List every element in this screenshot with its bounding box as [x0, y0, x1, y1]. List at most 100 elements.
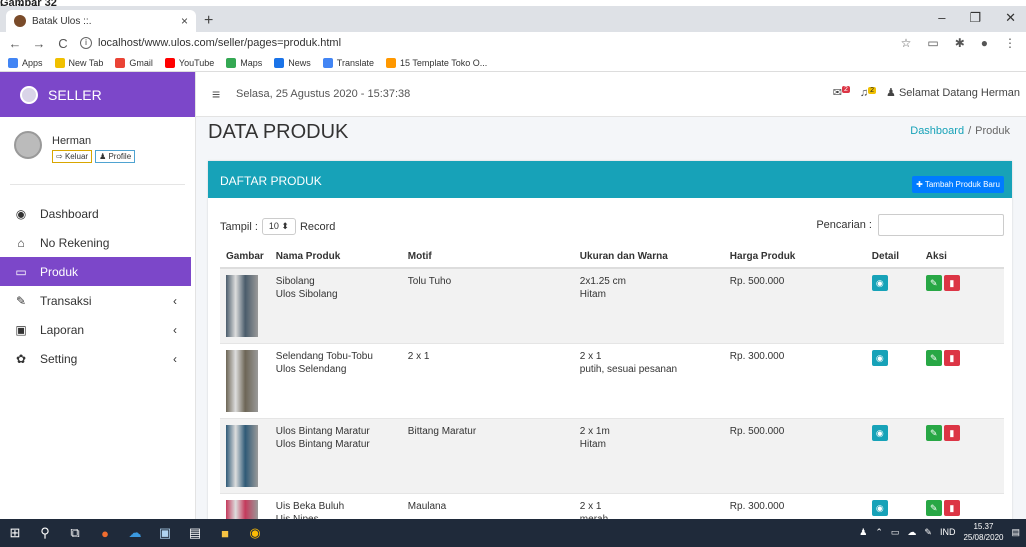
record-label: Record	[299, 220, 336, 233]
bookmark-newtab[interactable]: New Tab	[54, 57, 104, 68]
detail-button[interactable]: ◉	[871, 425, 888, 441]
bookmark-news[interactable]: News	[274, 57, 311, 68]
restore-icon[interactable]: ❐	[969, 10, 981, 26]
windows-start-icon[interactable]: ⊞	[0, 525, 30, 541]
detail-button[interactable]: ◉	[871, 350, 888, 366]
delete-button[interactable]: ▮	[943, 275, 960, 291]
avatar	[14, 131, 42, 159]
card-header: DAFTAR PRODUK ✚ Tambah Produk Baru	[208, 164, 1012, 198]
detail-button[interactable]: ◉	[871, 500, 888, 516]
user-menu[interactable]: ♟ Selamat Datang Herman	[886, 86, 1020, 99]
col-motif[interactable]: Motif	[401, 246, 574, 269]
bookmark-gmail[interactable]: Gmail	[115, 57, 153, 68]
page-size-select[interactable]: 10 ⬍	[261, 218, 296, 235]
extensions-icon[interactable]: ✱	[955, 36, 965, 50]
table-row: Selendang Tobu-Tobu Ulos Selendang 2 x 12 …	[220, 343, 1004, 419]
brand[interactable]: SELLER	[0, 72, 195, 117]
sidebar-item-label: Laporan	[40, 322, 85, 337]
back-icon[interactable]: ←	[6, 36, 24, 51]
notification-center-icon[interactable]: ▤	[1011, 527, 1020, 538]
sidebar-item-no-rekening[interactable]: ⌂ No Rekening	[0, 228, 195, 257]
info-icon[interactable]: i	[80, 37, 92, 49]
notifications-button[interactable]: ♫ 2	[860, 86, 877, 99]
sidebar-item-laporan[interactable]: ▣ Laporan ‹	[0, 315, 195, 344]
edit-button[interactable]: ✎	[925, 500, 942, 516]
delete-button[interactable]: ▮	[943, 350, 960, 366]
language-indicator[interactable]: IND	[940, 527, 956, 537]
product-image[interactable]	[226, 275, 258, 337]
gmail-icon	[115, 57, 126, 68]
edit-button[interactable]: ✎	[925, 350, 942, 366]
pen-icon[interactable]: ✎	[924, 527, 932, 538]
bookmark-youtube[interactable]: YouTube	[164, 57, 214, 68]
store-icon[interactable]: ▤	[180, 525, 210, 541]
col-gambar[interactable]: Gambar	[220, 246, 270, 269]
window-icon[interactable]: ▣	[150, 525, 180, 541]
add-product-button[interactable]: ✚ Tambah Produk Baru	[912, 176, 1004, 193]
minimize-icon[interactable]: –	[938, 10, 945, 26]
menu-dots-icon[interactable]: ⋮	[1004, 36, 1016, 50]
onedrive-icon[interactable]: ☁	[120, 525, 150, 541]
breadcrumb-separator: /	[968, 125, 972, 137]
sidebar-item-transaksi[interactable]: ✎ Transaksi ‹	[0, 286, 195, 315]
sidebar-item-produk[interactable]: ▭ Produk	[0, 257, 191, 286]
app-icon[interactable]: ●	[90, 526, 120, 541]
delete-button[interactable]: ▮	[943, 425, 960, 441]
close-window-icon[interactable]: ✕	[1005, 10, 1016, 26]
browser-tab[interactable]: Batak Ulos ::. ×	[6, 10, 196, 32]
cast-icon[interactable]: ▭	[927, 36, 938, 50]
clock[interactable]: 15.37 25/08/2020	[963, 521, 1003, 543]
chrome-icon[interactable]: ◉	[240, 525, 270, 541]
people-icon[interactable]: ♟	[859, 527, 867, 538]
messages-button[interactable]: ✉ 2	[833, 86, 850, 99]
product-table: Gambar Nama Produk Motif Ukuran dan Warn…	[220, 246, 1004, 547]
folder-icon	[54, 57, 65, 68]
file-explorer-icon[interactable]: ■	[210, 526, 240, 541]
sidebar-menu: ◉ Dashboard ⌂ No Rekening ▭ Produk ✎ Tra…	[0, 199, 195, 373]
cell-harga: Rp. 500.000	[723, 267, 866, 344]
product-image[interactable]	[226, 350, 258, 412]
product-image[interactable]	[226, 425, 258, 487]
profile-button[interactable]: ♟ Profile	[95, 150, 136, 163]
cell-motif: Tolu Tuho	[401, 267, 574, 344]
bookmark-apps[interactable]: Apps	[8, 57, 43, 68]
search-icon[interactable]: ⚲	[30, 525, 60, 541]
sidebar-item-label: No Rekening	[40, 235, 110, 250]
search-input[interactable]	[878, 214, 1004, 236]
detail-button[interactable]: ◉	[871, 275, 888, 291]
tray-expand-icon[interactable]: ⌃	[875, 527, 883, 538]
forward-icon[interactable]: →	[30, 36, 48, 51]
bookmark-template[interactable]: 15 Template Toko O...	[385, 57, 487, 68]
bookmark-label: Gmail	[129, 57, 153, 68]
cell-aksi: ✎ ▮	[919, 418, 1004, 494]
apps-icon	[8, 57, 18, 68]
delete-button[interactable]: ▮	[943, 500, 960, 516]
new-tab-icon[interactable]: +	[204, 12, 213, 30]
onedrive-tray-icon[interactable]: ☁	[907, 527, 916, 538]
edit-icon: ✎	[930, 503, 938, 513]
cell-gambar	[220, 418, 270, 494]
col-ukuran-warna[interactable]: Ukuran dan Warna	[573, 246, 724, 269]
close-tab-icon[interactable]: ×	[181, 14, 188, 28]
reload-icon[interactable]: C	[54, 36, 72, 51]
bookmark-translate[interactable]: Translate	[322, 57, 374, 68]
profile-icon[interactable]: ●	[981, 36, 988, 50]
col-harga[interactable]: Harga Produk	[723, 246, 866, 269]
col-nama-produk[interactable]: Nama Produk	[269, 246, 402, 269]
breadcrumb-home[interactable]: Dashboard	[910, 125, 964, 137]
url-field[interactable]: i localhost/www.ulos.com/seller/pages=pr…	[80, 37, 341, 49]
edit-button[interactable]: ✎	[925, 275, 942, 291]
col-detail[interactable]: Detail	[865, 246, 920, 269]
col-aksi[interactable]: Aksi	[919, 246, 1004, 269]
task-view-icon[interactable]: ⧉	[60, 525, 90, 541]
star-icon[interactable]: ☆	[901, 36, 912, 50]
bookmark-label: New Tab	[68, 57, 104, 68]
logout-button[interactable]: ⇨ Keluar	[52, 150, 93, 163]
hamburger-icon[interactable]: ≡	[212, 86, 220, 102]
network-icon[interactable]: ▭	[891, 527, 900, 538]
pdf-icon: ▣	[15, 322, 27, 337]
edit-button[interactable]: ✎	[925, 425, 942, 441]
sidebar-item-dashboard[interactable]: ◉ Dashboard	[0, 199, 195, 228]
bookmark-maps[interactable]: Maps	[226, 57, 262, 68]
sidebar-item-setting[interactable]: ✿ Setting ‹	[0, 344, 195, 373]
